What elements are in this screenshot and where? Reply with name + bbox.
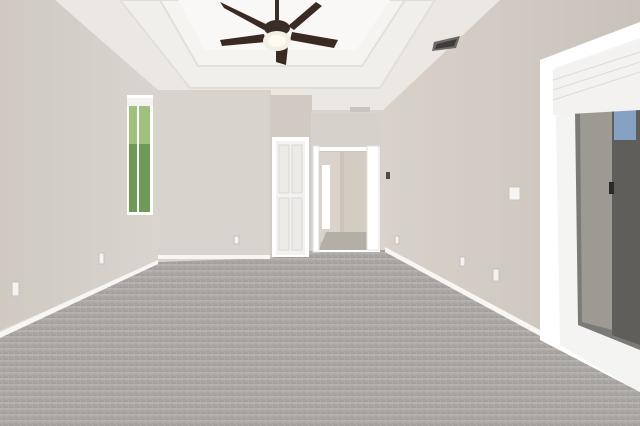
outlet-icon: [233, 235, 240, 245]
light-switch-icon[interactable]: [508, 186, 521, 201]
back-wall-left: [158, 90, 271, 260]
outlet-icon: [492, 268, 500, 282]
door-icon[interactable]: [272, 137, 309, 257]
outlet-icon: [459, 256, 466, 267]
window-icon: [127, 95, 153, 215]
outlet-icon: [394, 235, 400, 245]
sliding-door-icon[interactable]: [540, 22, 640, 392]
outlet-icon: [98, 252, 105, 265]
hallway-doorway[interactable]: [312, 145, 380, 253]
vent-icon: [350, 107, 370, 112]
outlet-icon: [11, 281, 20, 297]
baseboard-back: [158, 255, 270, 259]
empty-bedroom-photo: [0, 0, 640, 426]
hall-switch-icon[interactable]: [386, 172, 390, 179]
